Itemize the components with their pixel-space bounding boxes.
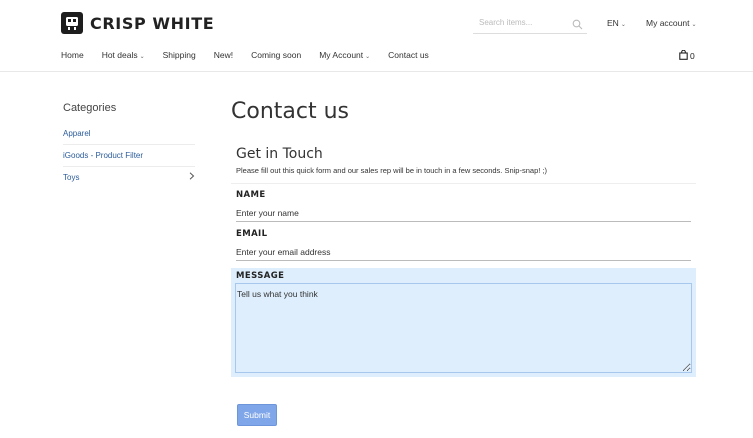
nav-item-label: Shipping <box>162 50 196 60</box>
nav-item-label: New! <box>213 50 234 60</box>
search-icon[interactable] <box>572 17 583 35</box>
nav-item-contact-us[interactable]: Contact us <box>388 50 429 60</box>
nav-item-label: My Account <box>319 50 364 60</box>
nav-item-label: Hot deals <box>101 50 138 60</box>
cart-button[interactable]: 0 <box>679 49 695 62</box>
form-heading: Get in Touch <box>236 146 323 162</box>
name-label: NAME <box>236 190 266 200</box>
sidebar-item-apparel[interactable]: Apparel <box>63 123 195 145</box>
email-input[interactable] <box>236 243 691 261</box>
sidebar-item-igoods-product-filter[interactable]: iGoods - Product Filter <box>63 145 195 167</box>
email-field-group: EMAIL <box>231 229 696 261</box>
brand-logo[interactable]: CRISP WHITE <box>61 12 214 34</box>
chevron-down-icon: ⌄ <box>620 22 626 28</box>
email-label: EMAIL <box>236 229 268 239</box>
my-account-label: My account <box>646 18 690 28</box>
language-selector[interactable]: EN ⌄ <box>607 18 626 28</box>
cart-count: 0 <box>690 51 695 61</box>
nav-item-shipping[interactable]: Shipping <box>163 50 196 60</box>
my-account-menu[interactable]: My account ⌄ <box>646 18 697 28</box>
chevron-down-icon: ⌄ <box>691 22 697 28</box>
categories-title: Categories <box>63 102 117 114</box>
form-divider <box>231 183 696 184</box>
shopping-bag-icon <box>679 49 688 62</box>
message-field-group: MESSAGE <box>231 268 696 377</box>
nav-item-label: Coming soon <box>251 50 302 60</box>
form-intro: Please fill out this quick form and our … <box>236 166 547 175</box>
nav-item-coming-soon[interactable]: Coming soon <box>251 50 301 60</box>
nav-item-new[interactable]: New! <box>214 50 233 60</box>
nav-item-hot-deals[interactable]: Hot deals ⌄ <box>102 50 145 60</box>
brand-name: CRISP WHITE <box>90 13 215 33</box>
categories-sidebar: Categories Apparel iGoods - Product Filt… <box>63 102 195 189</box>
chevron-down-icon: ⌄ <box>139 54 145 60</box>
search-box <box>473 12 587 34</box>
sidebar-item-label: Apparel <box>63 128 91 138</box>
main-nav: Home Hot deals ⌄ Shipping New! Coming soo… <box>61 50 447 60</box>
nav-item-label: Home <box>61 50 84 60</box>
page-title: Contact us <box>231 99 349 124</box>
nav-item-label: Contact us <box>388 50 429 60</box>
name-field-group: NAME <box>231 190 696 222</box>
nav-item-my-account[interactable]: My Account ⌄ <box>319 50 370 60</box>
header-divider <box>0 71 753 72</box>
contact-form: Get in Touch Please fill out this quick … <box>231 142 696 377</box>
sidebar-item-label: iGoods - Product Filter <box>63 150 144 160</box>
sidebar-item-toys[interactable]: Toys <box>63 167 195 189</box>
robot-face-icon <box>61 12 83 34</box>
name-input[interactable] <box>236 204 691 222</box>
search-input[interactable] <box>473 12 567 33</box>
chevron-down-icon: ⌄ <box>365 54 371 60</box>
chevron-right-icon[interactable] <box>189 167 195 189</box>
nav-item-home[interactable]: Home <box>61 50 84 60</box>
language-label: EN <box>607 18 619 28</box>
message-label: MESSAGE <box>236 271 285 281</box>
message-textarea[interactable] <box>235 283 692 373</box>
submit-button[interactable]: Submit <box>237 404 277 426</box>
sidebar-item-label: Toys <box>63 173 80 182</box>
